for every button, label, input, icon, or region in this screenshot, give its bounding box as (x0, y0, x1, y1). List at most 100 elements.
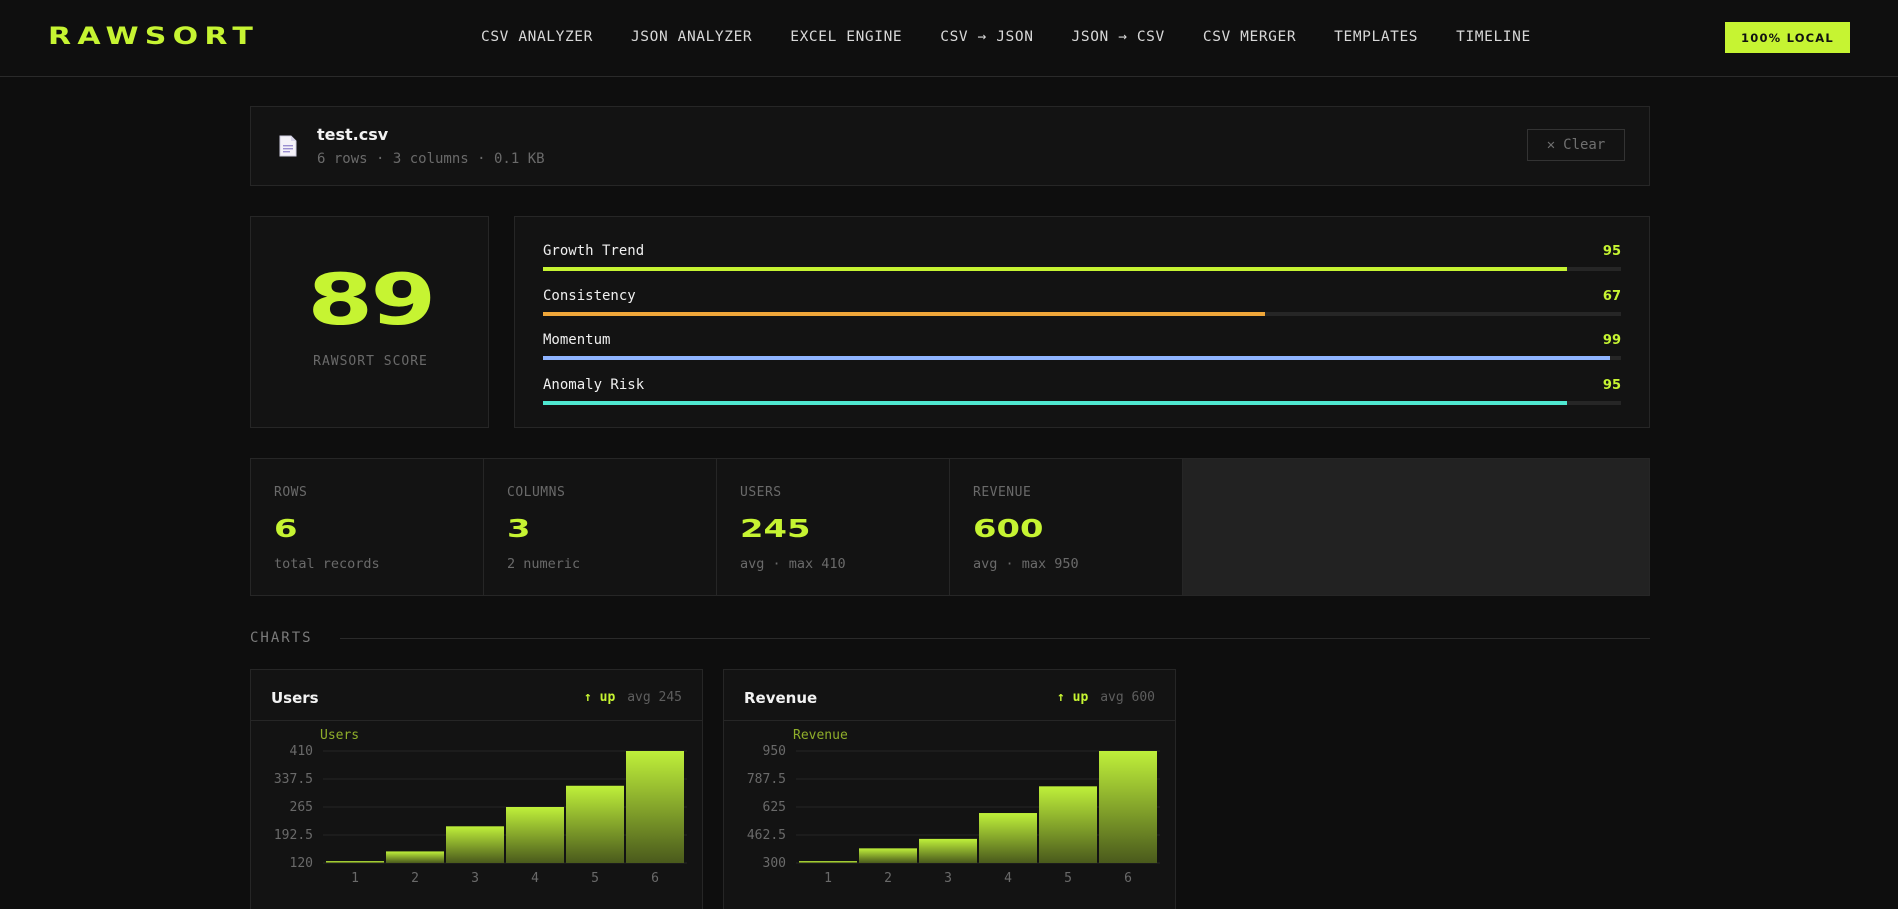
clear-button[interactable]: ✕ Clear (1527, 129, 1625, 161)
logo[interactable]: RAWSORT (48, 22, 259, 50)
bar (566, 785, 624, 863)
metric-fill (543, 401, 1568, 405)
stat-label: COLUMNS (507, 485, 566, 500)
file-info-panel: test.csv 6 rows · 3 columns · 0.1 KB ✕ C… (250, 106, 1650, 186)
bar (919, 838, 977, 863)
x-tick-label: 1 (824, 871, 832, 886)
section-title-charts: CHARTS (250, 630, 313, 646)
nav-csv-merger[interactable]: CSV MERGER (1203, 29, 1296, 45)
stat-card-users: USERS 245 avg · max 410 (717, 459, 950, 595)
score-label: RAWSORT SCORE (313, 354, 428, 369)
chart-trend: ↑ up (1057, 690, 1089, 705)
x-tick-label: 5 (1064, 871, 1072, 886)
x-tick-label: 2 (411, 871, 419, 886)
close-icon: ✕ (1546, 137, 1556, 153)
x-tick-label: 6 (1124, 871, 1132, 886)
chart-trend: ↑ up (584, 690, 616, 705)
bar (979, 813, 1037, 863)
metric-track (543, 312, 1621, 316)
chart-avg: avg 600 (1100, 690, 1155, 705)
metric-label: Anomaly Risk (543, 377, 645, 393)
metric-fill (543, 312, 1266, 316)
stat-value: 245 (740, 514, 811, 543)
metric-growth-trend: Growth Trend 95 (543, 243, 1621, 277)
y-tick-label: 120 (290, 856, 313, 871)
chart-avg: avg 245 (627, 690, 682, 705)
stat-sub: avg · max 410 (740, 556, 846, 572)
y-tick-label: 300 (763, 856, 786, 871)
x-tick-label: 1 (351, 871, 359, 886)
chart-card-users: Users ↑ up avg 245 Users 410 337.5 265 192.5… (250, 669, 703, 909)
bar (506, 807, 564, 863)
nav-templates[interactable]: TEMPLATES (1334, 29, 1418, 45)
x-tick-label: 4 (1004, 871, 1012, 886)
stat-value: 600 (973, 514, 1044, 543)
metric-track (543, 401, 1621, 405)
metric-label: Growth Trend (543, 243, 645, 259)
bar (446, 826, 504, 863)
x-tick-label: 6 (651, 871, 659, 886)
score-value: 89 (307, 259, 436, 341)
stat-card-columns: COLUMNS 3 2 numeric (484, 459, 717, 595)
nav-csv-analyzer[interactable]: CSV ANALYZER (481, 29, 593, 45)
clear-label: Clear (1563, 137, 1606, 153)
metric-value: 95 (1602, 244, 1621, 259)
bar (859, 848, 917, 863)
stat-sub: total records (274, 556, 380, 572)
bar (1099, 751, 1157, 863)
stats-row: ROWS 6 total records COLUMNS 3 2 numeric… (250, 458, 1650, 596)
metric-value: 99 (1602, 333, 1621, 348)
stat-value: 3 (507, 514, 531, 543)
metric-label: Momentum (543, 332, 611, 348)
bar (626, 751, 684, 863)
metric-consistency: Consistency 67 (543, 288, 1621, 322)
stat-sub: 2 numeric (507, 556, 581, 572)
stat-value: 6 (274, 514, 298, 543)
y-tick-label: 410 (290, 744, 313, 759)
y-tick-label: 950 (763, 744, 786, 759)
nav-json-analyzer[interactable]: JSON ANALYZER (631, 29, 752, 45)
y-tick-label: 265 (290, 800, 313, 815)
y-tick-label: 787.5 (747, 772, 786, 787)
x-tick-label: 5 (591, 871, 599, 886)
y-tick-label: 462.5 (747, 828, 786, 843)
local-badge: 100% LOCAL (1725, 22, 1850, 53)
nav-json-to-csv[interactable]: JSON → CSV (1072, 29, 1165, 45)
x-tick-label: 2 (884, 871, 892, 886)
stat-label: REVENUE (973, 485, 1032, 500)
metric-anomaly-risk: Anomaly Risk 95 (543, 377, 1621, 411)
y-tick-label: 625 (763, 800, 786, 815)
stat-sub: avg · max 950 (973, 556, 1079, 572)
x-tick-label: 4 (531, 871, 539, 886)
stat-label: ROWS (274, 485, 308, 500)
document-icon (279, 135, 297, 157)
bar (326, 861, 384, 863)
main-nav: CSV ANALYZER JSON ANALYZER EXCEL ENGINE … (481, 29, 1569, 45)
metric-label: Consistency (543, 288, 636, 304)
metrics-panel: Growth Trend 95 Consistency 67 Momentum … (514, 216, 1650, 428)
metric-track (543, 267, 1621, 271)
metric-momentum: Momentum 99 (543, 332, 1621, 366)
chart-card-revenue: Revenue ↑ up avg 600 Revenue 950 787.5 625 4… (723, 669, 1176, 909)
metric-value: 95 (1602, 378, 1621, 393)
nav-timeline[interactable]: TIMELINE (1456, 29, 1531, 45)
y-tick-label: 192.5 (274, 828, 313, 843)
chart-legend-label: Users (320, 728, 359, 743)
x-tick-label: 3 (471, 871, 479, 886)
file-meta: 6 rows · 3 columns · 0.1 KB (317, 151, 545, 167)
bar (1039, 786, 1097, 863)
score-panel: 89 RAWSORT SCORE (250, 216, 489, 428)
stat-card-revenue: REVENUE 600 avg · max 950 (950, 459, 1183, 595)
section-divider (340, 638, 1650, 639)
chart-legend-label: Revenue (793, 728, 848, 743)
chart-title: Users (271, 689, 319, 707)
stat-card-rows: ROWS 6 total records (251, 459, 484, 595)
stat-placeholder (1183, 459, 1649, 595)
file-name: test.csv (317, 125, 389, 144)
chart-revenue-svg: Revenue 950 787.5 625 462.5 300 1 2 3 4 5 6 (747, 728, 1160, 886)
nav-csv-to-json[interactable]: CSV → JSON (940, 29, 1033, 45)
nav-excel-engine[interactable]: EXCEL ENGINE (790, 29, 902, 45)
metric-fill (543, 267, 1568, 271)
top-bar: RAWSORT CSV ANALYZER JSON ANALYZER EXCEL… (0, 0, 1898, 77)
metric-value: 67 (1602, 289, 1621, 304)
